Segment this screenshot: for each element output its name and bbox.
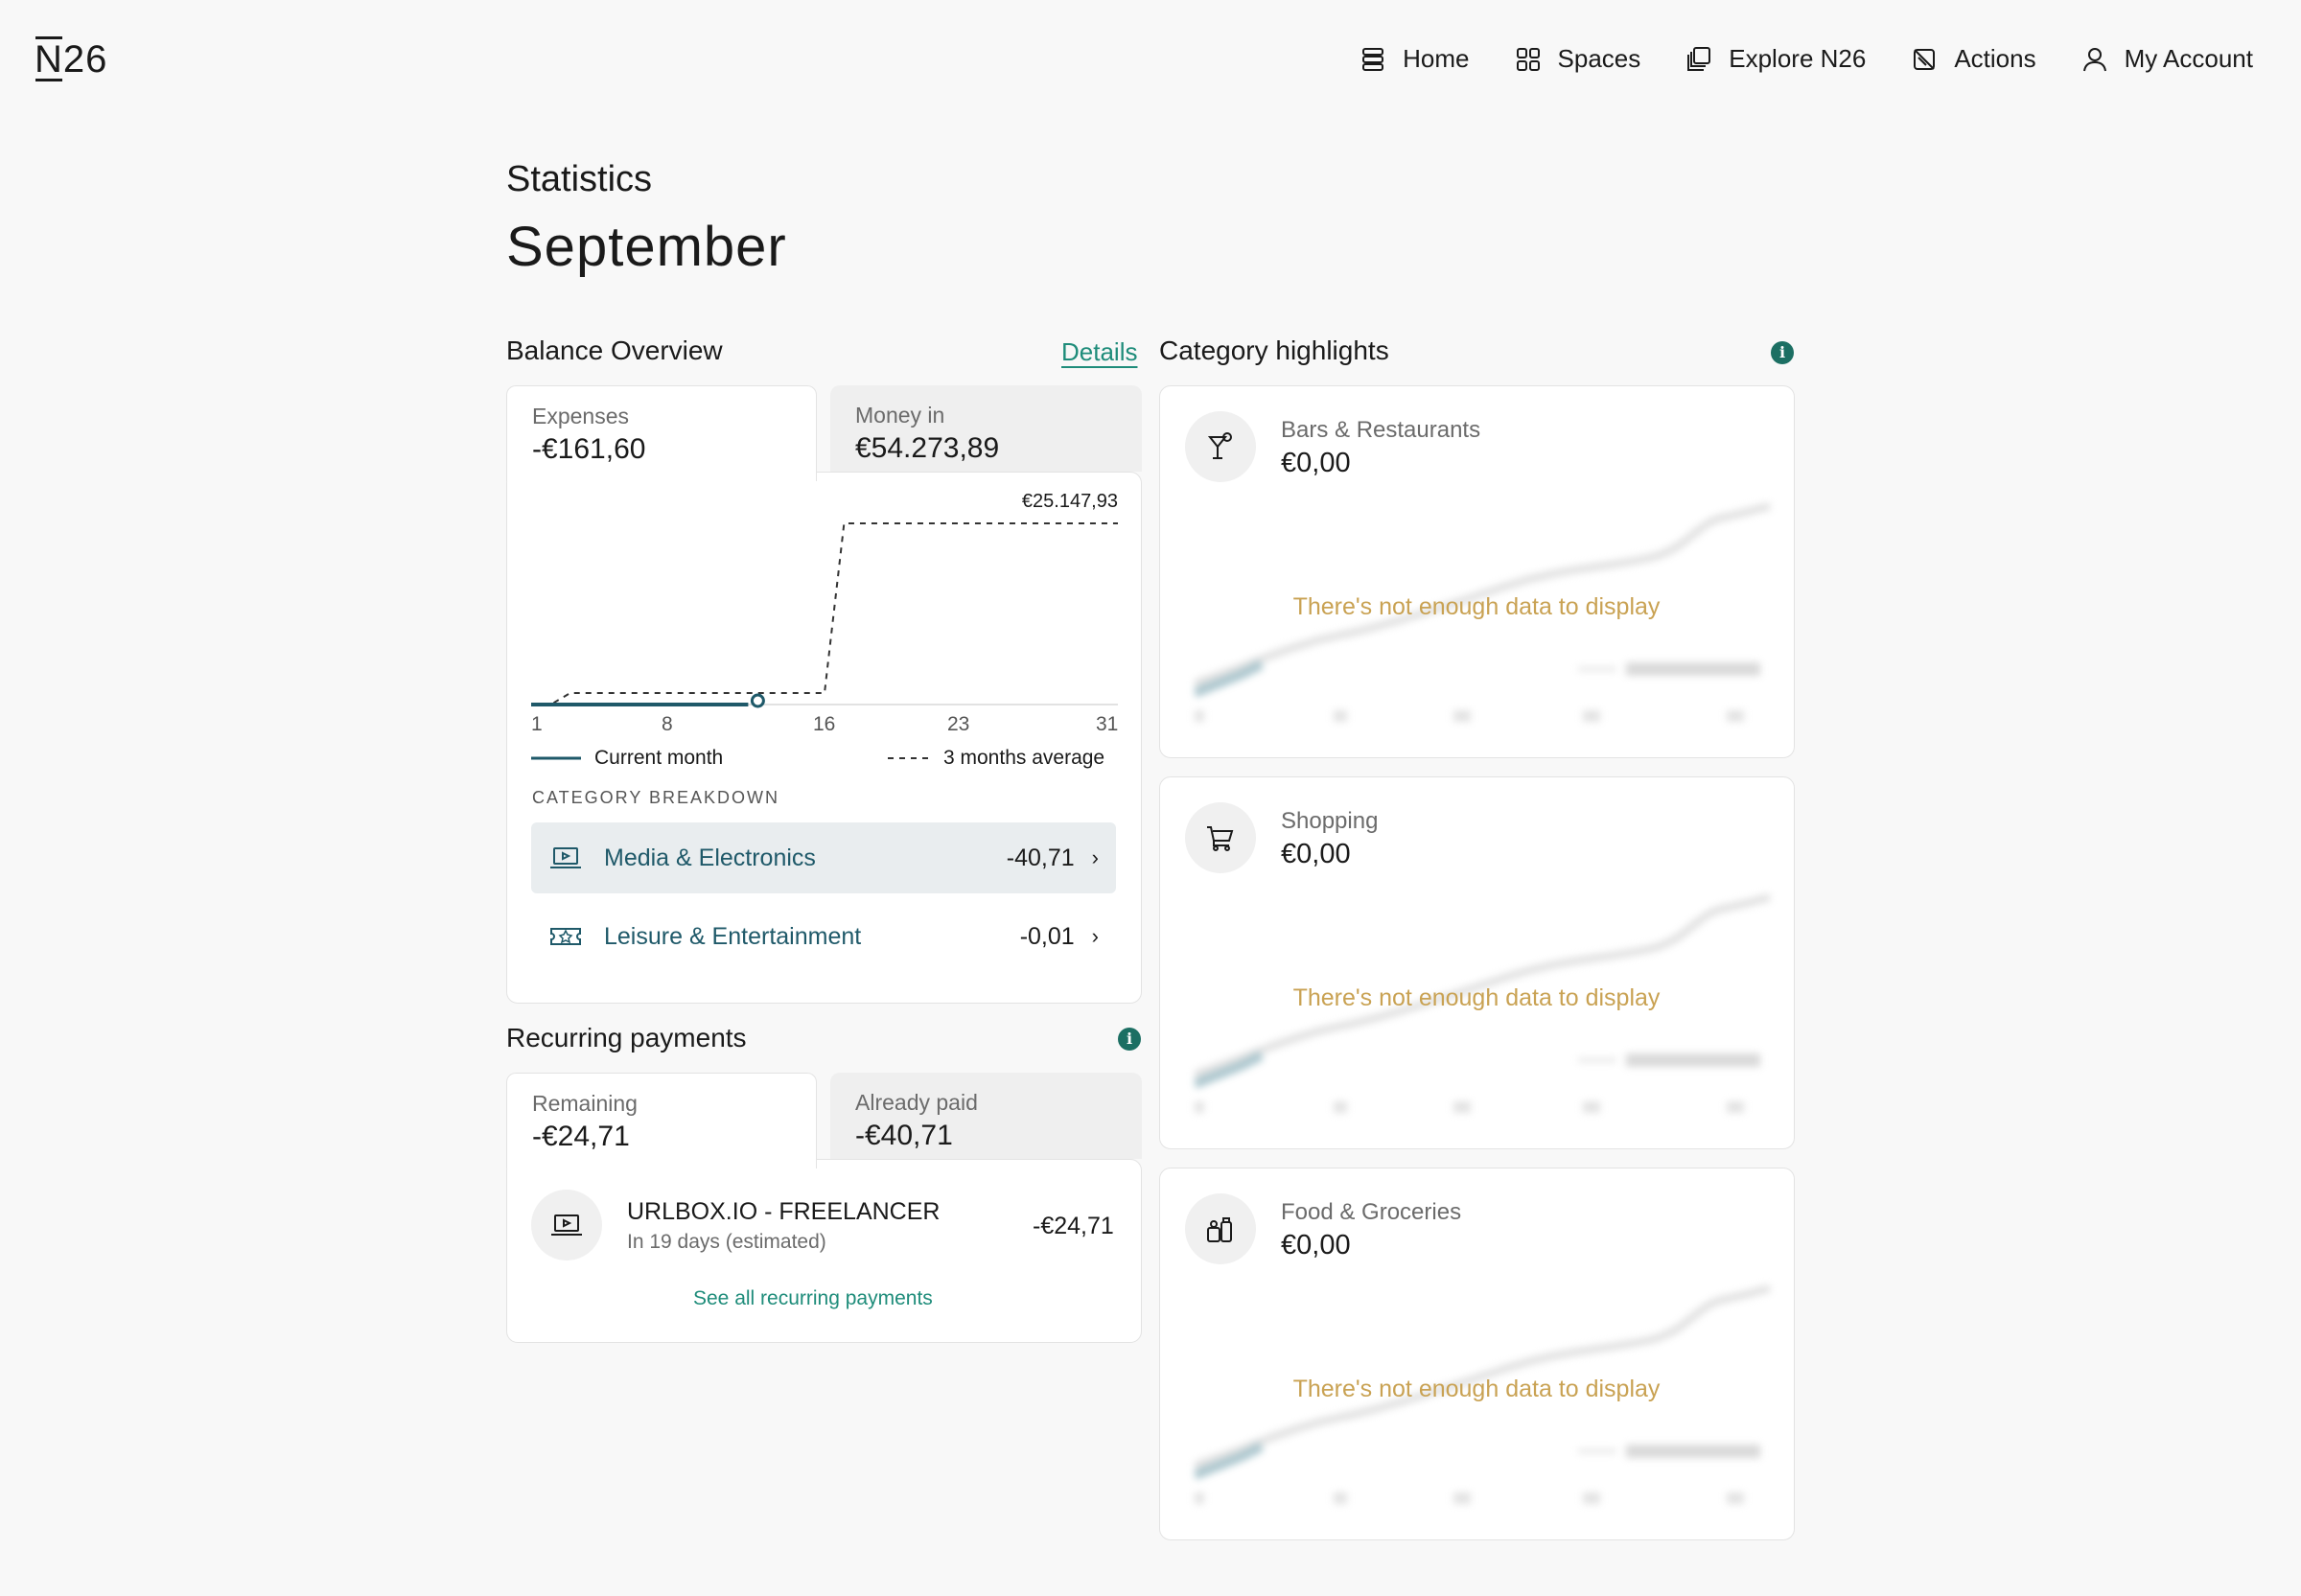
highlight-icon-wrap	[1185, 411, 1256, 482]
x-tick-31: 31	[1096, 713, 1119, 735]
recurring-info-icon[interactable]: i	[1118, 1028, 1141, 1051]
recurring-item-amount: -€24,71	[1033, 1213, 1114, 1239]
legend-current-label: Current month	[594, 747, 724, 769]
tab-money-in[interactable]: Money in €54.273,89	[830, 385, 1142, 472]
recurring-item-schedule: In 19 days (estimated)	[627, 1231, 826, 1253]
highlight-name: Bars & Restaurants	[1281, 417, 1481, 443]
nav-explore[interactable]: Explore N26	[1685, 44, 1866, 74]
nav-actions-label: Actions	[1954, 44, 2036, 73]
logo-letter: N	[35, 36, 63, 81]
tab-already-paid-value: -€40,71	[855, 1120, 953, 1151]
ticket-icon	[550, 928, 581, 945]
highlight-name: Food & Groceries	[1281, 1199, 1462, 1225]
tab-money-in-label: Money in	[855, 403, 945, 428]
page-title: Statistics	[506, 159, 653, 199]
category-breakdown-title: CATEGORY BREAKDOWN	[532, 788, 780, 807]
balance-line-chart: €25.147,93	[531, 491, 1118, 708]
nav-actions[interactable]: Actions	[1910, 44, 2036, 74]
tab-remaining[interactable]: Remaining -€24,71	[506, 1073, 817, 1168]
highlight-name: Shopping	[1281, 808, 1379, 834]
legend-solid-swatch	[531, 756, 581, 760]
category-amount: -40,71	[1006, 844, 1075, 871]
tab-already-paid[interactable]: Already paid -€40,71	[830, 1073, 1142, 1159]
n26-logo[interactable]: N26	[35, 36, 108, 81]
groceries-icon	[1207, 1217, 1232, 1242]
peak-value-label: €25.147,93	[1022, 491, 1118, 512]
category-row-leisure-entertainment[interactable]: Leisure & Entertainment -0,01 ›	[531, 901, 1116, 972]
nav-home[interactable]: Home	[1359, 44, 1470, 74]
explore-icon	[1687, 46, 1711, 71]
category-amount: -0,01	[1019, 922, 1075, 950]
x-tick-23: 23	[947, 713, 970, 735]
nav-spaces-label: Spaces	[1557, 44, 1641, 73]
legend-dashed-swatch	[888, 757, 930, 759]
details-link[interactable]: Details	[1061, 337, 1137, 367]
see-all-recurring-link[interactable]: See all recurring payments	[693, 1287, 933, 1310]
category-name: Media & Electronics	[604, 844, 816, 871]
cart-icon	[1207, 826, 1234, 851]
current-day-marker	[750, 693, 765, 708]
x-tick-16: 16	[813, 713, 836, 735]
not-enough-data-message: There's not enough data to display	[1292, 984, 1661, 1011]
category-row-media-electronics[interactable]: Media & Electronics -40,71 ›	[531, 822, 1116, 893]
recurring-payments-title: Recurring payments	[506, 1023, 747, 1052]
tab-already-paid-label: Already paid	[855, 1090, 978, 1115]
highlights-info-icon[interactable]: i	[1771, 341, 1794, 364]
nav-explore-label: Explore N26	[1729, 44, 1867, 73]
average-series-line	[531, 522, 1118, 705]
chevron-right-icon: ›	[1091, 924, 1099, 948]
laptop-icon	[550, 847, 581, 868]
chevron-right-icon: ›	[1091, 845, 1099, 869]
category-highlights-title: Category highlights	[1159, 335, 1389, 365]
balance-overview-title: Balance Overview	[506, 335, 723, 365]
legend-current-month: Current month	[531, 747, 723, 770]
home-icon	[1362, 47, 1384, 71]
highlight-card-food-groceries[interactable]: Food & Groceries €0,00 There's not enoug…	[1159, 1168, 1795, 1540]
top-navigation-bar: N26 Home Spaces Explore N26 Actions My A…	[0, 0, 2301, 128]
highlight-value: €0,00	[1281, 839, 1351, 869]
not-enough-data-message: There's not enough data to display	[1292, 593, 1661, 620]
main-nav: Home Spaces Explore N26 Actions My Accou…	[1359, 44, 2253, 74]
month-title: September	[506, 216, 787, 278]
highlight-value: €0,00	[1281, 1230, 1351, 1261]
actions-icon	[1914, 48, 1936, 70]
highlight-icon-wrap	[1185, 802, 1256, 873]
user-icon	[2082, 47, 2106, 71]
highlight-value: €0,00	[1281, 448, 1351, 478]
tab-remaining-value: -€24,71	[532, 1121, 630, 1152]
highlight-card-shopping[interactable]: Shopping €0,00 There's not enough data t…	[1159, 776, 1795, 1149]
recurring-item-icon-wrap	[531, 1190, 602, 1261]
tab-expenses[interactable]: Expenses -€161,60	[506, 385, 817, 481]
highlight-icon-wrap	[1185, 1193, 1256, 1264]
category-name: Leisure & Entertainment	[604, 922, 862, 950]
current-month-series-line	[531, 703, 749, 706]
tab-remaining-label: Remaining	[532, 1091, 638, 1116]
laptop-icon	[551, 1214, 582, 1236]
tab-expenses-value: -€161,60	[532, 433, 646, 465]
x-tick-8: 8	[662, 713, 673, 735]
legend-average-label: 3 months average	[943, 747, 1105, 769]
nav-spaces[interactable]: Spaces	[1514, 44, 1641, 74]
nav-my-account-label: My Account	[2124, 44, 2253, 73]
cocktail-icon	[1207, 432, 1232, 459]
not-enough-data-message: There's not enough data to display	[1292, 1376, 1661, 1402]
tab-expenses-label: Expenses	[532, 404, 630, 428]
spaces-icon	[1516, 47, 1540, 71]
nav-home-label: Home	[1403, 44, 1470, 73]
x-tick-1: 1	[531, 713, 543, 735]
legend-average: 3 months average	[888, 747, 1104, 770]
recurring-item-name[interactable]: URLBOX.IO - FREELANCER	[627, 1198, 940, 1226]
logo-number: 26	[62, 38, 108, 81]
tab-money-in-value: €54.273,89	[855, 432, 1000, 464]
nav-my-account[interactable]: My Account	[2080, 44, 2253, 74]
highlight-card-bars-restaurants[interactable]: Bars & Restaurants €0,00 There's not eno…	[1159, 385, 1795, 758]
